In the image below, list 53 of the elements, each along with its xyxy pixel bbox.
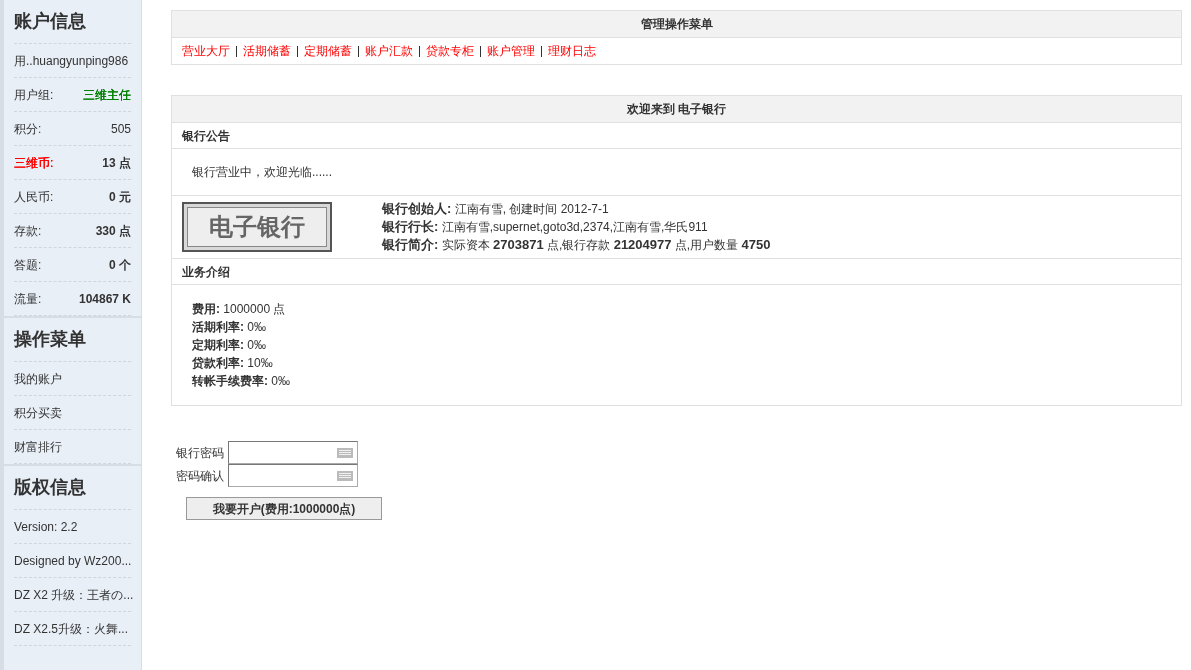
info-text: DZ X2 升级：王者の... [14, 586, 134, 604]
info-text: DZ X2.5升级：火舞... [14, 620, 129, 638]
password-field[interactable] [228, 441, 358, 464]
field-label: 银行密码 [176, 444, 225, 462]
section-heading: 银行公告 [182, 127, 230, 145]
section-heading: 业务介绍 [182, 263, 230, 281]
section-title: 版权信息 [14, 466, 131, 510]
password-field[interactable] [228, 464, 358, 487]
service-line: 定期利率: 0‰ [192, 337, 267, 354]
menu-link[interactable]: 定期储蓄 [304, 42, 352, 60]
menu-link[interactable]: 理财日志 [548, 42, 596, 60]
section-title: 账户信息 [14, 0, 131, 44]
info-text: Version: 2.2 [14, 518, 78, 536]
panel-title: 欢迎来到 电子银行 [172, 96, 1181, 123]
keyboard-icon [337, 447, 353, 458]
field-value: 330 点 [95, 222, 131, 240]
info-line: 银行行长: 江南有雪,supernet,goto3d,2374,江南有雪,华氏911 [382, 218, 709, 236]
field-label: 用户组: [14, 86, 54, 104]
service-line: 费用: 1000000 点 [192, 301, 287, 318]
menu-link[interactable]: 活期储蓄 [243, 42, 291, 60]
field-label: 存款: [14, 222, 42, 240]
menu-link[interactable]: 贷款专柜 [426, 42, 474, 60]
info-line: 银行简介: 实际资本 2703871 点,银行存款 21204977 点,用户数量 4750 [382, 236, 771, 254]
field-value: 505 [110, 120, 131, 138]
menu-link[interactable]: 账户汇款 [365, 42, 413, 60]
panel-title: 管理操作菜单 [172, 11, 1181, 38]
info-text: 用..huangyunping986 [14, 52, 129, 70]
field-value: 0 元 [109, 188, 131, 206]
section-title: 操作菜单 [14, 318, 131, 362]
field-label: 三维币: [14, 154, 54, 172]
keyboard-icon [337, 470, 353, 481]
field-label: 答题: [14, 256, 42, 274]
field-value: 0 个 [109, 256, 131, 274]
service-line: 活期利率: 0‰ [192, 319, 267, 336]
menu-link[interactable]: 积分买卖 [14, 403, 62, 422]
field-label: 积分: [14, 120, 42, 138]
menu-link[interactable]: 财富排行 [14, 437, 62, 456]
field-label: 人民币: [14, 188, 54, 206]
bank-logo: 电子银行 [182, 202, 332, 252]
info-text: Designed by Wz200... [14, 552, 132, 570]
menu-link[interactable]: 营业大厅 [182, 42, 230, 60]
field-value: 13 点 [102, 154, 131, 172]
field-label: 密码确认 [176, 467, 225, 485]
info-line: 银行创始人: 江南有雪, 创建时间 2012-7-1 [382, 200, 610, 218]
field-label: 流量: [14, 290, 42, 308]
submit-button[interactable]: 我要开户(费用:1000000点) [186, 497, 382, 520]
notice-text: 银行营业中，欢迎光临...... [192, 164, 332, 181]
service-line: 贷款利率: 10‰ [192, 355, 274, 372]
field-value: 104867 K [78, 290, 131, 308]
service-line: 转帐手续费率: 0‰ [192, 373, 291, 390]
field-value: 三维主任 [83, 86, 131, 104]
menu-link[interactable]: 我的账户 [14, 369, 62, 388]
menu-link[interactable]: 账户管理 [487, 42, 535, 60]
